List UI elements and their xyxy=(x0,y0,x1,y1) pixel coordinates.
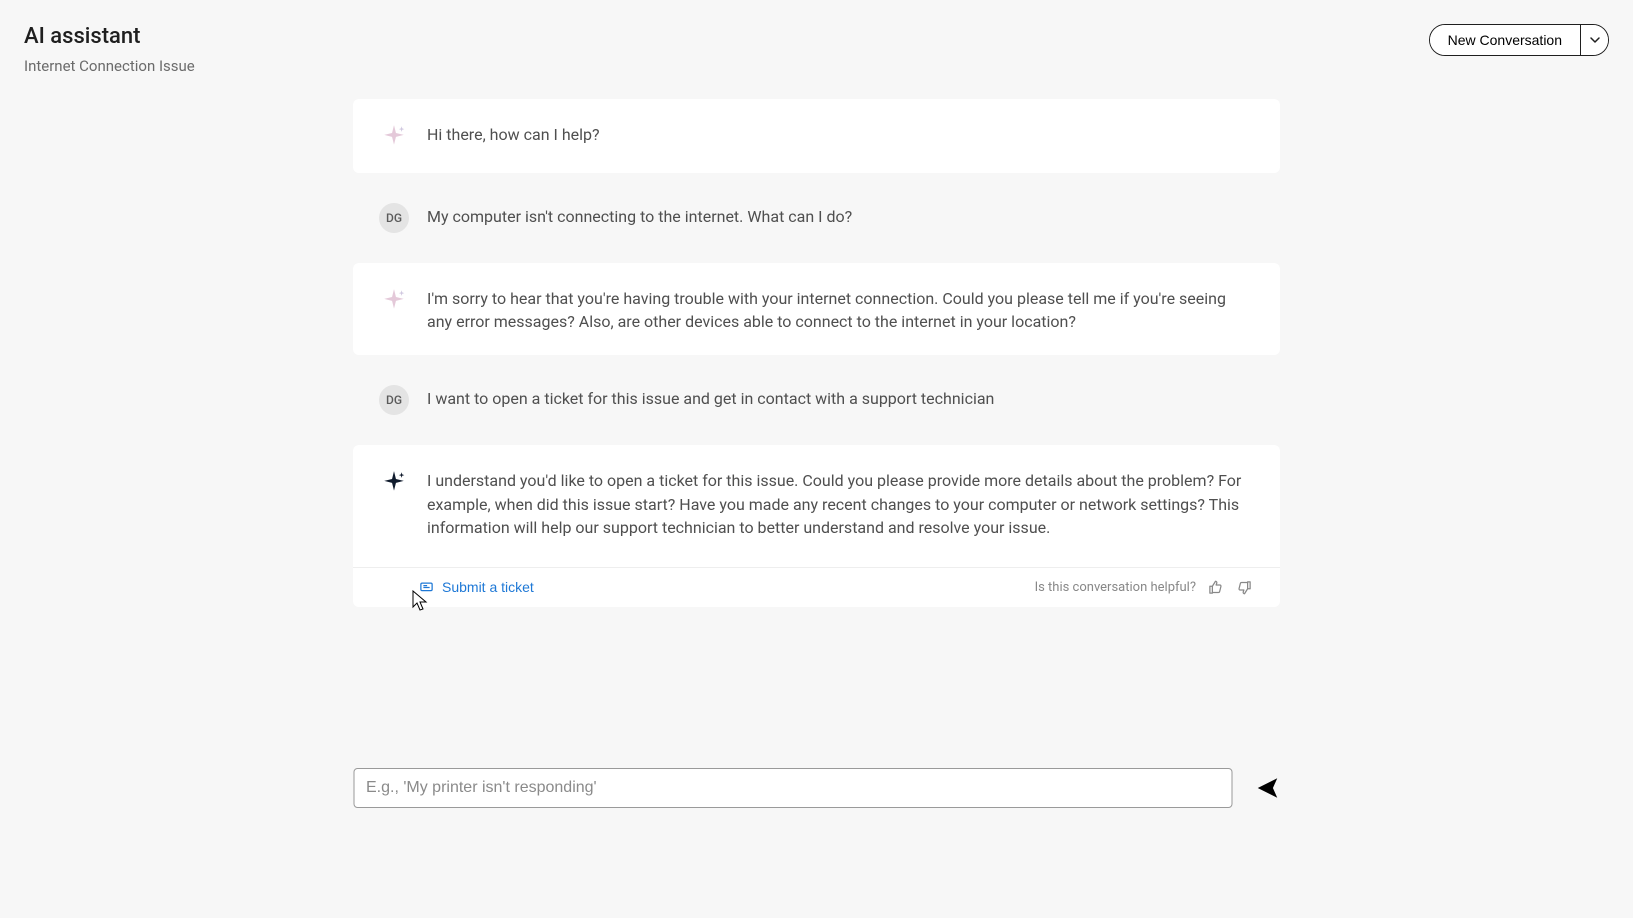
submit-ticket-button[interactable]: Submit a ticket xyxy=(379,579,534,595)
composer xyxy=(353,768,1280,808)
user-message: DG I want to open a ticket for this issu… xyxy=(353,371,1280,429)
submit-ticket-label: Submit a ticket xyxy=(442,579,534,595)
new-conversation-button[interactable]: New Conversation xyxy=(1430,25,1580,55)
message-input[interactable] xyxy=(353,768,1232,808)
message-text: My computer isn't connecting to the inte… xyxy=(427,203,852,228)
user-avatar: DG xyxy=(379,385,409,415)
assistant-message: I'm sorry to hear that you're having tro… xyxy=(353,263,1280,355)
message-text: I understand you'd like to open a ticket… xyxy=(427,467,1254,539)
helpful-feedback: Is this conversation helpful? xyxy=(1035,578,1254,597)
send-button[interactable] xyxy=(1254,775,1280,801)
header: AI assistant Internet Connection Issue N… xyxy=(0,0,1633,75)
page-title: AI assistant xyxy=(24,24,195,49)
assistant-message: I understand you'd like to open a ticket… xyxy=(353,445,1280,567)
user-message: DG My computer isn't connecting to the i… xyxy=(353,189,1280,247)
assistant-message: Hi there, how can I help? xyxy=(353,99,1280,173)
user-avatar: DG xyxy=(379,203,409,233)
conversation-thread: Hi there, how can I help? DG My computer… xyxy=(353,99,1280,607)
ticket-icon xyxy=(419,580,434,595)
thumbs-down-icon xyxy=(1237,580,1252,595)
helpful-prompt: Is this conversation helpful? xyxy=(1035,580,1196,595)
message-text: I want to open a ticket for this issue a… xyxy=(427,385,994,410)
message-action-bar: Submit a ticket Is this conversation hel… xyxy=(353,567,1280,607)
conversation-subject: Internet Connection Issue xyxy=(24,57,195,75)
sparkle-icon xyxy=(379,285,409,315)
sparkle-icon xyxy=(379,467,409,497)
sparkle-icon xyxy=(379,121,409,151)
message-text: Hi there, how can I help? xyxy=(427,121,600,146)
header-titles: AI assistant Internet Connection Issue xyxy=(24,24,195,75)
thumbs-up-button[interactable] xyxy=(1206,578,1225,597)
new-conversation-dropdown[interactable] xyxy=(1580,25,1608,55)
send-icon xyxy=(1254,775,1280,801)
new-conversation-split-button: New Conversation xyxy=(1429,24,1609,56)
chevron-down-icon xyxy=(1589,34,1601,46)
thumbs-up-icon xyxy=(1208,580,1223,595)
message-text: I'm sorry to hear that you're having tro… xyxy=(427,285,1254,333)
thumbs-down-button[interactable] xyxy=(1235,578,1254,597)
